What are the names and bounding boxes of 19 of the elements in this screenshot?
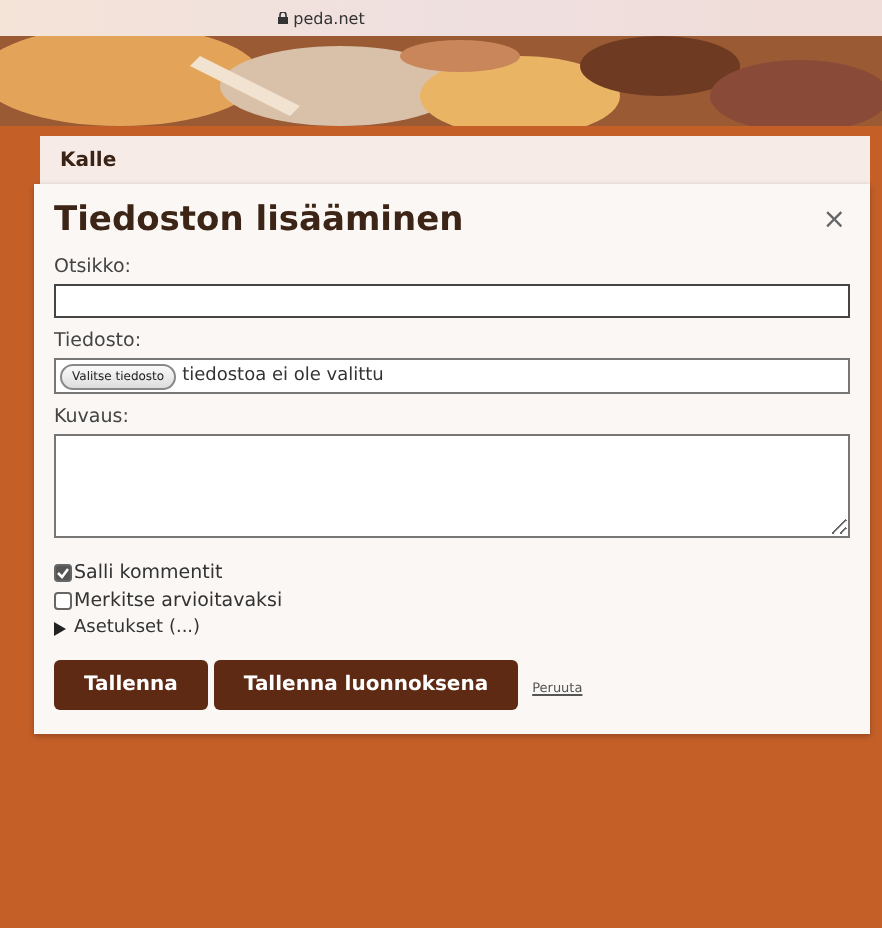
page-title: Kalle xyxy=(60,149,117,171)
checkbox[interactable] xyxy=(54,564,72,582)
description-field[interactable] xyxy=(54,434,850,538)
checkbox-label: Salli kommentit xyxy=(74,562,223,584)
dialog-title: Tiedoston lisääminen xyxy=(54,200,464,240)
settings-toggle[interactable]: Asetukset (...) xyxy=(54,618,850,638)
file-status: tiedostoa ei ole valittu xyxy=(182,366,384,386)
checkbox[interactable] xyxy=(54,592,72,610)
close-button[interactable]: × xyxy=(818,204,850,236)
checkbox-label: Merkitse arvioitavaksi xyxy=(74,590,283,612)
save-button[interactable]: Tallenna xyxy=(54,660,208,710)
field-label: Otsikko: xyxy=(54,256,133,278)
field-label: Tiedosto: xyxy=(54,330,144,352)
field-label: Kuvaus: xyxy=(54,406,131,428)
address-bar[interactable]: peda.net xyxy=(277,9,365,27)
lock-icon xyxy=(277,12,288,24)
triangle-icon xyxy=(54,621,66,635)
save-button[interactable]: Tallenna luonnoksena xyxy=(213,660,519,710)
title-input-field[interactable] xyxy=(54,284,850,318)
